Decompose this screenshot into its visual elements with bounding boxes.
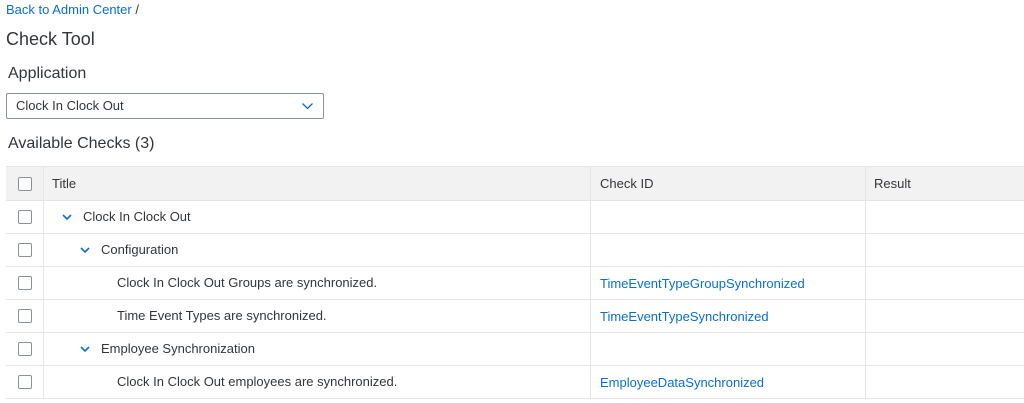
title-cell: Clock In Clock Out Groups are synchroniz… <box>44 267 591 299</box>
select-all-checkbox[interactable] <box>17 176 32 191</box>
table-row[interactable]: Time Event Types are synchronized. TimeE… <box>6 300 1024 333</box>
column-header-result: Result <box>866 167 1024 200</box>
title-cell: Employee Synchronization <box>44 333 591 365</box>
result-cell <box>866 300 1024 332</box>
column-header-check-id-label: Check ID <box>600 175 654 191</box>
row-title: Time Event Types are synchronized. <box>117 308 327 323</box>
result-cell <box>866 234 1024 266</box>
check-id-cell <box>591 201 866 233</box>
row-checkbox-cell <box>6 333 44 365</box>
check-id-cell: TimeEventTypeSynchronized <box>591 300 866 332</box>
header-checkbox-cell <box>6 167 44 200</box>
row-checkbox[interactable] <box>17 309 32 323</box>
title-cell: Clock In Clock Out employees are synchro… <box>44 366 591 398</box>
row-checkbox-cell <box>6 234 44 266</box>
column-header-result-label: Result <box>874 175 911 191</box>
row-checkbox[interactable] <box>17 375 32 389</box>
result-cell <box>866 267 1024 299</box>
column-header-title: Title <box>44 167 591 200</box>
row-checkbox-cell <box>6 366 44 398</box>
row-title: Clock In Clock Out Groups are synchroniz… <box>117 275 378 290</box>
column-header-title-label: Title <box>52 175 77 191</box>
title-cell: Time Event Types are synchronized. <box>44 300 591 332</box>
breadcrumb: Back to Admin Center / <box>6 1 139 19</box>
table-header-row: Title Check ID Result <box>6 167 1024 201</box>
row-title: Configuration <box>101 242 179 257</box>
row-title: Clock In Clock Out employees are synchro… <box>117 374 398 389</box>
check-id-link[interactable]: TimeEventTypeSynchronized <box>600 307 769 325</box>
row-checkbox-cell <box>6 300 44 332</box>
check-id-link[interactable]: TimeEventTypeGroupSynchronized <box>600 274 805 292</box>
breadcrumb-separator: / <box>131 2 139 17</box>
table-row[interactable]: Clock In Clock Out Groups are synchroniz… <box>6 267 1024 300</box>
result-cell <box>866 366 1024 398</box>
application-select-value: Clock In Clock Out <box>16 98 124 113</box>
result-cell <box>866 201 1024 233</box>
row-checkbox-cell <box>6 201 44 233</box>
check-id-cell: EmployeeDataSynchronized <box>591 366 866 398</box>
row-checkbox-cell <box>6 267 44 299</box>
check-id-cell <box>591 333 866 365</box>
check-id-cell <box>591 234 866 266</box>
title-cell: Clock In Clock Out <box>44 201 591 233</box>
row-checkbox[interactable] <box>17 210 32 224</box>
row-checkbox[interactable] <box>17 276 32 290</box>
check-id-cell: TimeEventTypeGroupSynchronized <box>591 267 866 299</box>
application-label: Application <box>8 65 87 82</box>
page-title: Check Tool <box>6 29 95 49</box>
chevron-down-icon[interactable] <box>301 101 314 111</box>
available-checks-title: Available Checks (3) <box>8 135 155 152</box>
row-checkbox[interactable] <box>17 243 32 257</box>
chevron-down-icon[interactable] <box>79 344 91 354</box>
application-select[interactable]: Clock In Clock Out <box>6 93 324 119</box>
table-row[interactable]: Configuration <box>6 234 1024 267</box>
chevron-down-icon[interactable] <box>79 245 91 255</box>
table-row[interactable]: Employee Synchronization <box>6 333 1024 366</box>
chevron-down-icon[interactable] <box>61 212 73 222</box>
table-row[interactable]: Clock In Clock Out employees are synchro… <box>6 366 1024 399</box>
checks-table: Title Check ID Result Clock In Clock Out… <box>6 166 1024 399</box>
row-title: Clock In Clock Out <box>83 209 191 224</box>
title-cell: Configuration <box>44 234 591 266</box>
table-row[interactable]: Clock In Clock Out <box>6 201 1024 234</box>
row-checkbox[interactable] <box>17 342 32 356</box>
check-id-link[interactable]: EmployeeDataSynchronized <box>600 373 764 391</box>
column-header-check-id: Check ID <box>591 167 866 200</box>
back-to-admin-center-link[interactable]: Back to Admin Center <box>6 2 132 17</box>
row-title: Employee Synchronization <box>101 341 255 356</box>
result-cell <box>866 333 1024 365</box>
